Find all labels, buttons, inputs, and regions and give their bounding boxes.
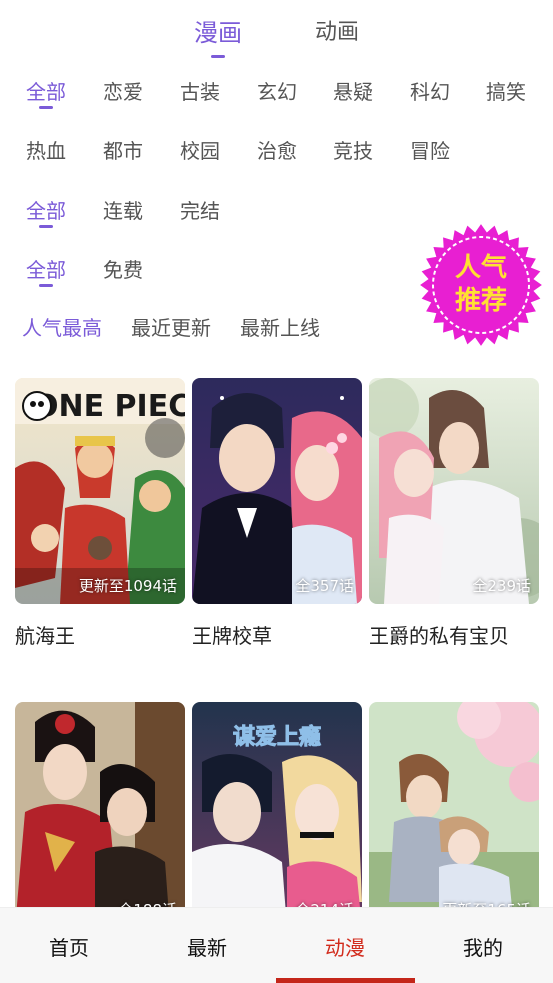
genre-chip-healing[interactable]: 治愈 <box>257 135 297 164</box>
comic-title[interactable]: 王爵的私有宝贝 <box>369 620 509 649</box>
sort-newest[interactable]: 最新上线 <box>240 312 320 341</box>
tab-animation-label: 动画 <box>315 20 360 45</box>
comic-title[interactable]: 王牌校草 <box>192 620 272 649</box>
comic-progress: 更新至1094话 <box>78 577 177 595</box>
popular-recommend-badge[interactable]: 人气 推荐 <box>420 224 542 346</box>
genre-filter-row-1: 全部 恋爱 古装 玄幻 悬疑 科幻 搞笑 <box>0 76 553 116</box>
genre-chip-action[interactable]: 热血 <box>26 135 66 164</box>
genre-chip-adventure[interactable]: 冒险 <box>410 135 450 164</box>
genre-chip-mystery[interactable]: 悬疑 <box>333 76 373 105</box>
comic-cover[interactable]: 全357话 <box>192 378 362 604</box>
comic-cover[interactable]: 全188话 <box>15 702 185 928</box>
tab-comics[interactable]: 漫画 <box>194 13 242 58</box>
comic-progress: 全357话 <box>295 577 354 595</box>
genre-filter-row-2: 热血 都市 校园 治愈 竞技 冒险 <box>0 135 553 175</box>
comic-cover[interactable]: 更新至165话 <box>369 702 539 928</box>
cover-art-couple <box>192 378 362 604</box>
genre-chip-comedy[interactable]: 搞笑 <box>486 76 526 105</box>
status-chip-label: 全部 <box>26 199 66 223</box>
top-tab-bar: 漫画 动画 <box>0 0 553 60</box>
genre-chip-all[interactable]: 全部 <box>26 76 66 109</box>
nav-mine[interactable]: 我的 <box>414 932 552 961</box>
nav-latest[interactable]: 最新 <box>138 932 276 961</box>
cover-art-ancient-couple <box>15 702 185 928</box>
comic-cover[interactable]: 全239话 <box>369 378 539 604</box>
status-chip-ongoing[interactable]: 连载 <box>103 195 143 224</box>
selected-indicator <box>39 284 53 287</box>
nav-anime-comics[interactable]: 动漫 <box>276 932 414 961</box>
cover-art-addicted: 谋爱上瘾 <box>192 702 362 928</box>
cover-art-onepiece: ONE PIECE <box>15 378 185 604</box>
badge-text-line1: 人气 <box>455 252 507 283</box>
genre-chip-romance[interactable]: 恋爱 <box>103 76 143 105</box>
sort-recently-updated[interactable]: 最近更新 <box>131 312 211 341</box>
bottom-navigation: 首页 最新 动漫 我的 <box>0 907 553 983</box>
comic-cover[interactable]: 谋爱上瘾 全214话 <box>192 702 362 928</box>
genre-chip-costume[interactable]: 古装 <box>180 76 220 105</box>
price-chip-label: 全部 <box>26 258 66 282</box>
cover-title-text: 谋爱上瘾 <box>233 724 321 750</box>
nav-active-indicator <box>276 978 415 983</box>
price-chip-free[interactable]: 免费 <box>103 254 143 283</box>
tab-comics-label: 漫画 <box>194 19 242 47</box>
badge-text-line2: 推荐 <box>455 286 507 316</box>
comic-cover[interactable]: ONE PIECE 更新至1094话 <box>15 378 185 604</box>
genre-chip-scifi[interactable]: 科幻 <box>410 76 450 105</box>
status-chip-completed[interactable]: 完结 <box>180 195 220 224</box>
genre-chip-fantasy[interactable]: 玄幻 <box>257 76 297 105</box>
nav-home[interactable]: 首页 <box>0 932 138 961</box>
selected-indicator <box>39 106 53 109</box>
genre-chip-sports[interactable]: 竞技 <box>333 135 373 164</box>
genre-chip-label: 全部 <box>26 80 66 104</box>
badge-burst-shape: 人气 推荐 <box>420 224 542 346</box>
sort-most-popular[interactable]: 人气最高 <box>22 312 102 341</box>
comic-title[interactable]: 航海王 <box>15 620 75 649</box>
price-chip-all[interactable]: 全部 <box>26 254 66 287</box>
tab-animation[interactable]: 动画 <box>315 14 359 46</box>
cover-art-embrace <box>369 378 539 604</box>
status-chip-all[interactable]: 全部 <box>26 195 66 228</box>
active-tab-indicator <box>211 55 225 58</box>
genre-chip-campus[interactable]: 校园 <box>180 135 220 164</box>
selected-indicator <box>39 225 53 228</box>
comic-progress: 全239话 <box>472 577 531 595</box>
genre-chip-urban[interactable]: 都市 <box>103 135 143 164</box>
cover-art-sakura <box>369 702 539 928</box>
